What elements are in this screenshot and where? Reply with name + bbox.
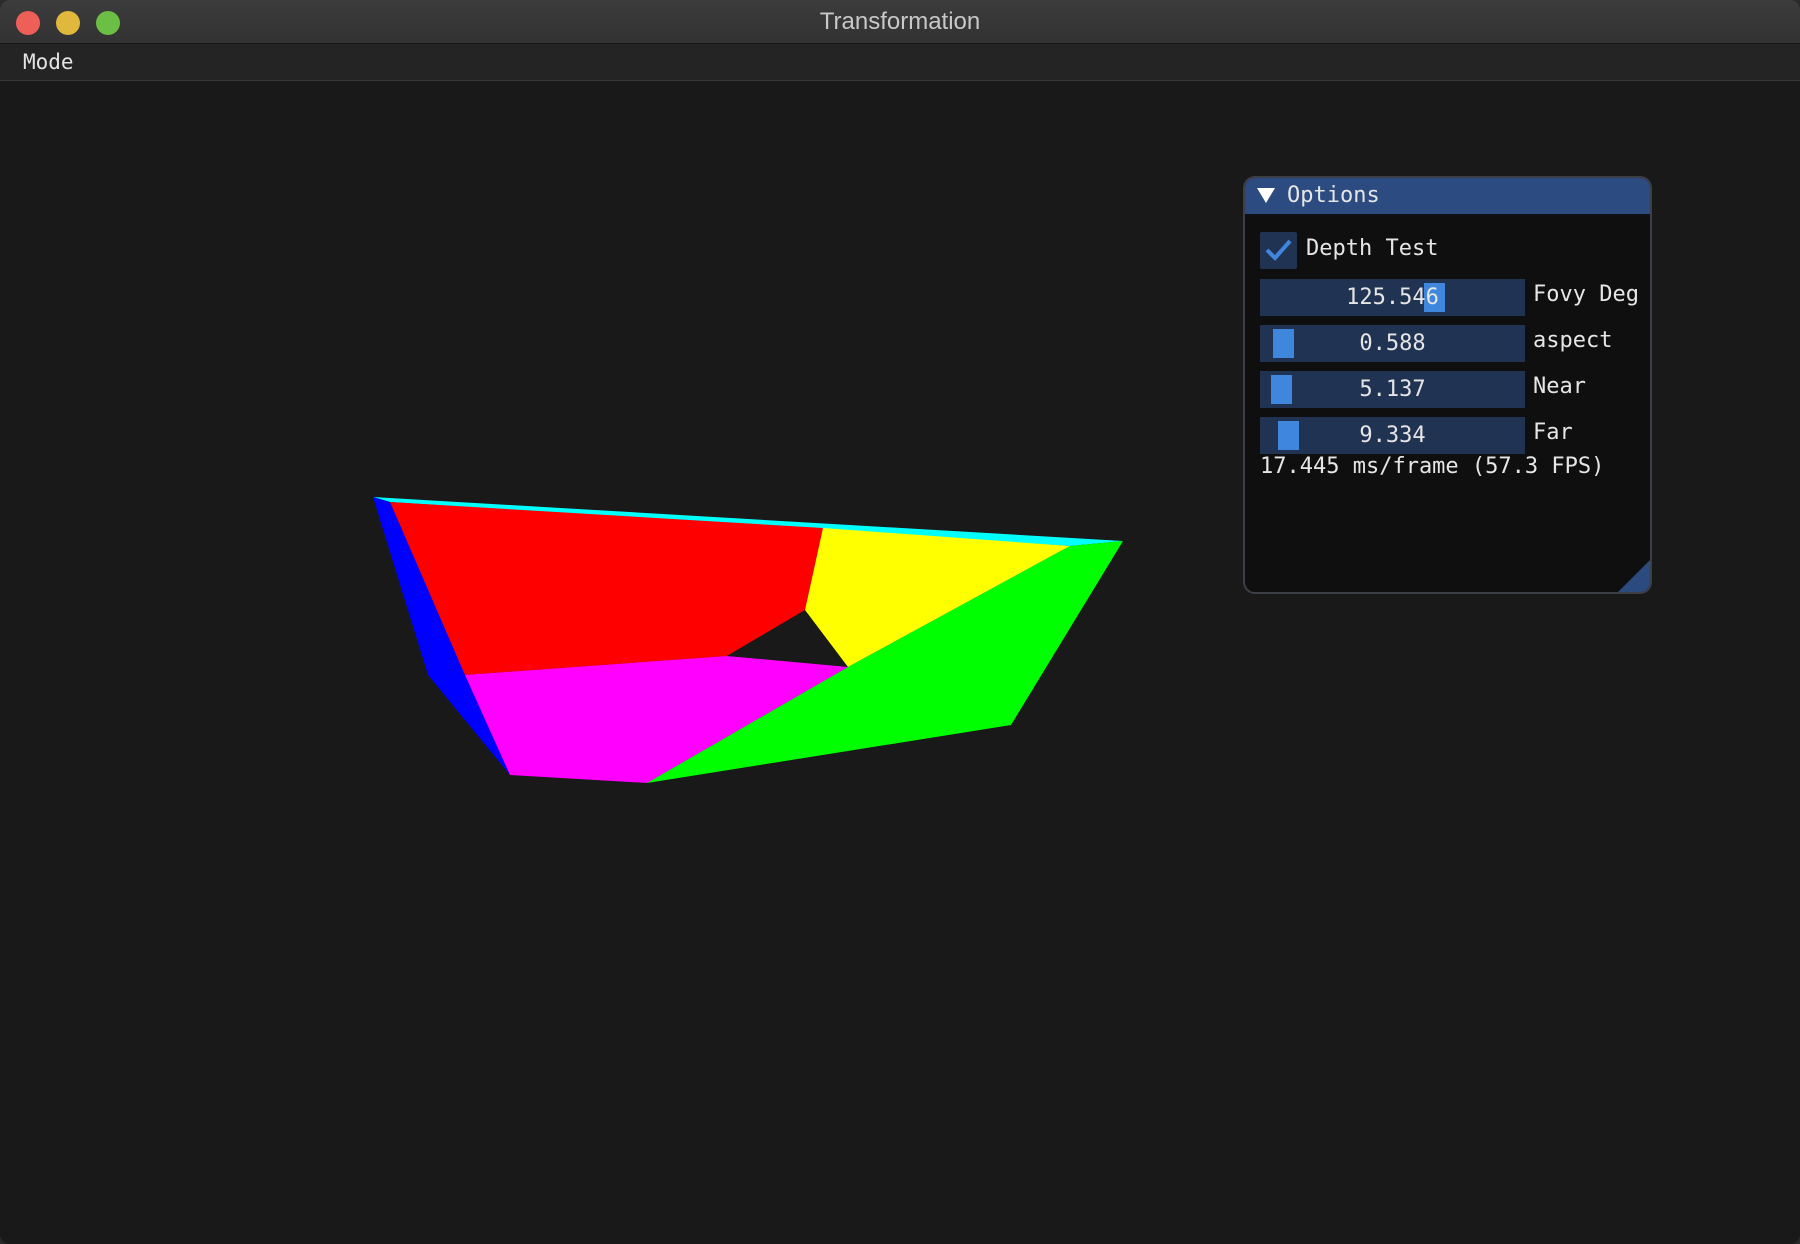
far-slider[interactable]: 9.334	[1260, 417, 1525, 454]
aspect-slider[interactable]: 0.588	[1260, 325, 1525, 362]
options-panel-header[interactable]: Options	[1245, 178, 1650, 214]
aspect-slider-value: 0.588	[1359, 331, 1426, 356]
fps-readout: 17.445 ms/frame (57.3 FPS)	[1260, 454, 1605, 479]
menu-mode[interactable]: Mode	[14, 44, 83, 81]
far-slider-label: Far	[1533, 420, 1573, 445]
depth-test-checkbox[interactable]	[1260, 232, 1297, 269]
fovy-slider[interactable]: 125.546	[1260, 279, 1525, 316]
resize-grip[interactable]	[1618, 560, 1650, 592]
aspect-slider-label: aspect	[1533, 328, 1613, 353]
near-slider[interactable]: 5.137	[1260, 371, 1525, 408]
collapse-arrow-icon[interactable]	[1257, 188, 1275, 203]
window-title: Transformation	[819, 8, 981, 35]
near-slider-label: Near	[1533, 374, 1586, 399]
fovy-slider-value: 125.546	[1346, 285, 1439, 310]
options-panel: Options Depth Test 125.546 Fovy Deg 0.58…	[1243, 176, 1652, 594]
menu-bar: Mode	[0, 44, 1800, 81]
fovy-slider-label: Fovy Deg	[1533, 282, 1639, 307]
render-viewport[interactable]: Options Depth Test 125.546 Fovy Deg 0.58…	[0, 81, 1800, 1244]
app-window: Transformation Mode Options Depth Test 1…	[0, 0, 1800, 1244]
depth-test-label: Depth Test	[1306, 236, 1439, 261]
far-slider-value: 9.334	[1359, 423, 1426, 448]
near-slider-value: 5.137	[1359, 377, 1426, 402]
options-panel-title: Options	[1287, 183, 1380, 208]
title-bar[interactable]: Transformation	[0, 0, 1800, 44]
checkmark-icon	[1265, 239, 1292, 261]
